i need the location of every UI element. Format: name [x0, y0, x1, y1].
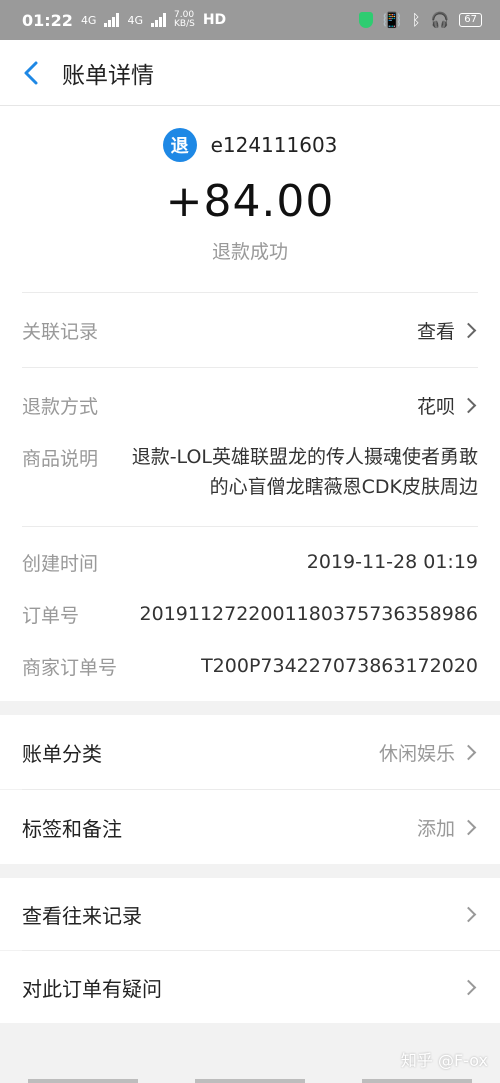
bill-options: 账单分类 休闲娱乐 标签和备注 添加: [0, 715, 500, 864]
refund-method-row[interactable]: 退款方式 花呗: [0, 368, 500, 442]
created-time-label: 创建时间: [22, 552, 99, 575]
bill-category-label: 账单分类: [22, 741, 102, 766]
network-type-1: 4G: [80, 13, 97, 27]
order-number-row: 订单号 2019112722001180375736358986: [0, 597, 500, 631]
headphone-icon: 🎧: [430, 11, 450, 29]
refund-icon: 退: [162, 128, 197, 162]
watermark: 知乎 @F-ox: [400, 1051, 488, 1070]
merchant-name: e124111603: [210, 133, 338, 157]
order-question-label: 对此订单有疑问: [22, 976, 162, 1001]
order-number-value: 2019112722001180375736358986: [139, 603, 478, 625]
tags-notes-value: 添加: [416, 817, 455, 840]
shield-icon: [358, 12, 373, 28]
bill-category-value: 休闲娱乐: [378, 742, 455, 765]
status-bar: 01:22 4G 4G 7.00 KB/S HD 📳 ᛒ 🎧 67: [0, 0, 500, 40]
chevron-right-icon: [460, 906, 477, 922]
tags-notes-row[interactable]: 标签和备注 添加: [0, 790, 500, 864]
bill-status: 退款成功: [211, 241, 288, 263]
chevron-right-icon: [460, 397, 477, 413]
created-time-row: 创建时间 2019-11-28 01:19: [0, 527, 500, 597]
related-records-label: 关联记录: [22, 320, 99, 343]
network-type-2: 4G: [127, 13, 143, 27]
merchant-order-row: 商家订单号 T200P734227073863172020: [0, 631, 500, 701]
created-time-value: 2019-11-28 01:19: [306, 551, 478, 573]
order-question-row[interactable]: 对此订单有疑问: [0, 951, 500, 1023]
back-button[interactable]: [0, 40, 62, 106]
vibrate-icon: 📳: [382, 11, 402, 29]
signal-icon: [104, 13, 120, 27]
order-number-label: 订单号: [22, 604, 80, 627]
refund-method-value: 花呗: [416, 395, 455, 418]
chevron-right-icon: [460, 744, 477, 760]
merchant-order-label: 商家订单号: [22, 656, 118, 679]
net-speed: 7.00 KB/S: [174, 10, 195, 29]
merchant-order-value: T200P734227073863172020: [201, 655, 478, 677]
tags-notes-label: 标签和备注: [22, 816, 122, 841]
chevron-right-icon: [460, 979, 477, 995]
signal-icon-2: [151, 13, 166, 27]
battery-icon: 67: [459, 13, 482, 27]
bill-category-row[interactable]: 账单分类 休闲娱乐: [0, 715, 500, 789]
product-description-value: 退款-LOL英雄联盟龙的传人摄魂使者勇敢的心盲僧龙瞎薇恩CDK皮肤周边: [131, 446, 478, 498]
bill-detail-card: 退 e124111603 +84.00 退款成功 关联记录 查看 退款方式 花呗…: [0, 106, 500, 701]
refund-method-label: 退款方式: [22, 395, 99, 418]
bill-summary: 退 e124111603 +84.00 退款成功: [0, 106, 500, 292]
chevron-left-icon: [24, 61, 38, 84]
chevron-right-icon: [460, 819, 477, 835]
page-title: 账单详情: [62, 62, 154, 89]
bluetooth-icon: ᛒ: [411, 11, 421, 29]
home-indicator: [0, 1079, 500, 1083]
bill-amount: +84.00: [165, 176, 335, 227]
section-gap: [0, 701, 500, 715]
view-history-label: 查看往来记录: [22, 903, 142, 928]
status-time: 01:22: [22, 10, 73, 30]
bill-actions: 查看往来记录 对此订单有疑问: [0, 878, 500, 1023]
view-history-row[interactable]: 查看往来记录: [0, 878, 500, 950]
related-records-row[interactable]: 关联记录 查看: [0, 293, 500, 367]
product-description-row: 商品说明 退款-LOL英雄联盟龙的传人摄魂使者勇敢的心盲僧龙瞎薇恩CDK皮肤周边: [0, 442, 500, 514]
product-description-label: 商品说明: [22, 448, 99, 470]
section-gap: [0, 864, 500, 878]
related-records-value: 查看: [416, 320, 455, 343]
nav-bar: 账单详情: [0, 40, 500, 106]
hd-indicator: HD: [202, 12, 227, 28]
chevron-right-icon: [460, 322, 477, 338]
